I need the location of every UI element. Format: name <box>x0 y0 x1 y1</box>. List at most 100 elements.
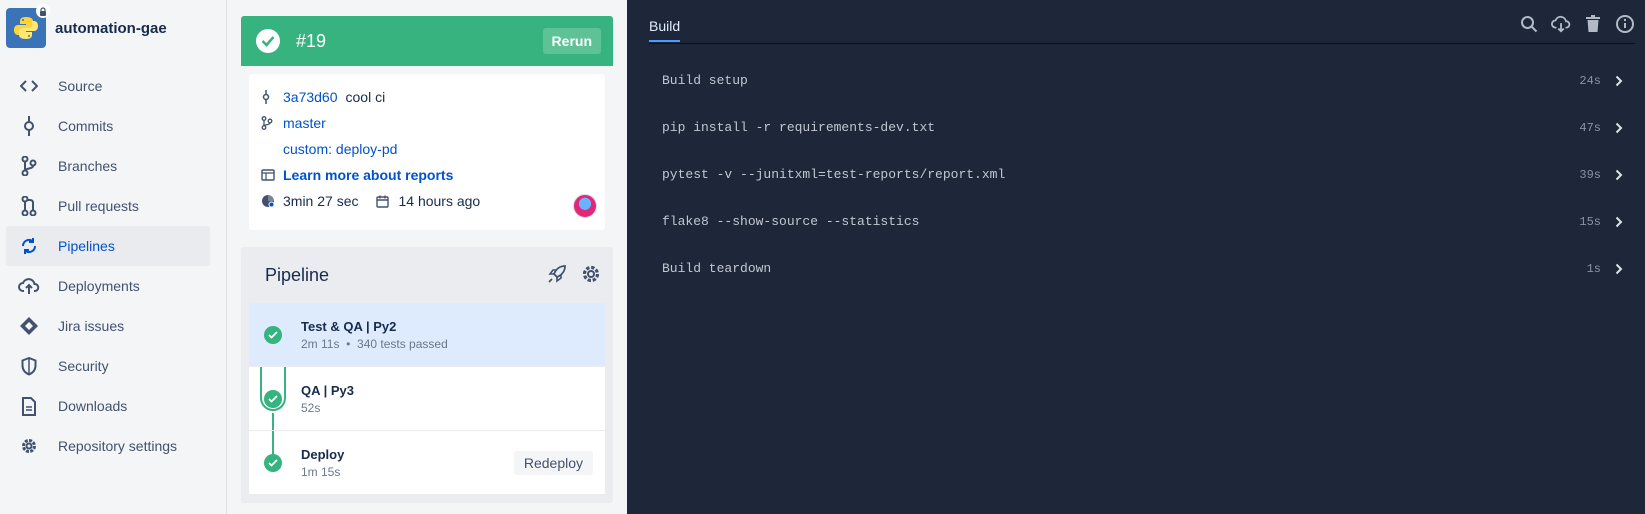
cloud-upload-icon <box>18 275 40 297</box>
rocket-icon[interactable] <box>547 264 567 287</box>
chevron-right-icon <box>1615 169 1625 181</box>
log-command: pytest -v --junitxml=test-reports/report… <box>662 167 1006 182</box>
chevron-right-icon <box>1615 216 1625 228</box>
pipeline-column: #19 Rerun 3a73d60 cool ci master custom:… <box>227 0 627 514</box>
success-check-icon <box>264 454 282 472</box>
success-check-icon <box>264 390 282 408</box>
commit-row: 3a73d60 cool ci <box>261 84 593 110</box>
sidebar-item-label: Repository settings <box>58 438 178 454</box>
tab-build[interactable]: Build <box>649 18 681 42</box>
log-command: Build setup <box>662 73 748 88</box>
log-duration: 39s <box>1579 167 1601 182</box>
log-step-build-teardown[interactable]: Build teardown 1s <box>649 245 1625 292</box>
pipeline-step-test-qa-py2[interactable]: Test & QA | Py2 2m 11s • 340 tests passe… <box>249 303 605 367</box>
sidebar-item-label: Deployments <box>58 278 140 294</box>
learn-more-reports-link[interactable]: Learn more about reports <box>283 167 453 183</box>
jira-icon <box>18 315 40 337</box>
sidebar-item-pull-requests[interactable]: Pull requests <box>6 186 210 226</box>
repo-name: automation-gae <box>55 19 167 37</box>
sidebar-item-label: Pull requests <box>58 198 139 214</box>
sidebar-item-label: Commits <box>58 118 114 134</box>
sidebar-nav: Source Commits Branches Pull requests Pi… <box>0 66 226 466</box>
lock-icon <box>36 4 50 18</box>
gear-icon <box>18 435 40 457</box>
pipeline-header: Pipeline <box>241 247 613 303</box>
reports-row: Learn more about reports <box>261 162 593 188</box>
sidebar-item-deployments[interactable]: Deployments <box>6 266 210 306</box>
timing-row: 3min 27 sec 14 hours ago <box>261 188 593 214</box>
log-command: pip install -r requirements-dev.txt <box>662 120 936 135</box>
sidebar-item-commits[interactable]: Commits <box>6 106 210 146</box>
sidebar-item-source[interactable]: Source <box>6 66 210 106</box>
log-duration: 24s <box>1579 73 1601 88</box>
log-duration: 1s <box>1586 261 1601 276</box>
sidebar-item-label: Jira issues <box>58 318 125 334</box>
clock-icon <box>261 194 279 208</box>
gear-icon[interactable] <box>581 264 601 287</box>
python-logo-icon <box>14 17 38 39</box>
sidebar-item-label: Security <box>58 358 109 374</box>
commit-hash-link[interactable]: 3a73d60 <box>283 89 338 105</box>
pipeline-step-deploy[interactable]: Deploy 1m 15s Redeploy <box>249 431 605 495</box>
sidebar-item-label: Source <box>58 78 103 94</box>
sidebar-item-label: Branches <box>58 158 118 174</box>
avatar[interactable] <box>573 194 597 218</box>
calendar-icon <box>376 195 394 208</box>
custom-pipeline-link[interactable]: custom: deploy-pd <box>283 141 397 157</box>
redeploy-button[interactable]: Redeploy <box>513 451 593 475</box>
sidebar-item-label: Downloads <box>58 398 128 414</box>
log-header: Build <box>649 0 1635 44</box>
repo-header[interactable]: automation-gae <box>0 0 226 56</box>
branch-row: master <box>261 110 593 136</box>
build-status-card: #19 Rerun 3a73d60 cool ci master custom:… <box>241 16 613 232</box>
sidebar-item-repository-settings[interactable]: Repository settings <box>6 426 210 466</box>
file-icon <box>18 395 40 417</box>
sidebar-item-security[interactable]: Security <box>6 346 210 386</box>
repo-avatar <box>6 4 50 48</box>
search-icon[interactable] <box>1519 14 1539 34</box>
sidebar-item-jira-issues[interactable]: Jira issues <box>6 306 210 346</box>
pipeline-step-qa-py3[interactable]: QA | Py3 52s <box>249 367 605 431</box>
step-name: Test & QA | Py2 <box>301 319 397 334</box>
sidebar: automation-gae Source Commits Branches P… <box>0 0 227 514</box>
sidebar-item-downloads[interactable]: Downloads <box>6 386 210 426</box>
pipelines-icon <box>18 235 40 257</box>
cloud-download-icon[interactable] <box>1551 14 1571 34</box>
success-check-icon <box>264 326 282 344</box>
sidebar-item-pipelines[interactable]: Pipelines <box>6 226 210 266</box>
branch-icon <box>261 116 279 130</box>
rerun-button[interactable]: Rerun <box>542 28 601 54</box>
commit-message: cool ci <box>345 89 386 105</box>
log-duration: 15s <box>1579 214 1601 229</box>
log-step-build-setup[interactable]: Build setup 24s <box>649 57 1625 104</box>
log-step-flake8[interactable]: flake8 --show-source --statistics 15s <box>649 198 1625 245</box>
pull-request-icon <box>18 195 40 217</box>
pipeline-card: Pipeline Test & QA | Py2 2m 11s • 340 te… <box>241 247 613 503</box>
code-icon <box>18 75 40 97</box>
log-command: Build teardown <box>662 261 772 276</box>
log-step-pip-install[interactable]: pip install -r requirements-dev.txt 47s <box>649 104 1625 151</box>
success-check-icon <box>256 29 280 53</box>
log-tools <box>1519 14 1635 34</box>
shield-icon <box>18 355 40 377</box>
trash-icon[interactable] <box>1583 14 1603 34</box>
sidebar-item-branches[interactable]: Branches <box>6 146 210 186</box>
chevron-right-icon <box>1615 75 1625 87</box>
branch-icon <box>18 155 40 177</box>
commit-icon <box>261 90 279 104</box>
log-step-pytest[interactable]: pytest -v --junitxml=test-reports/report… <box>649 151 1625 198</box>
chevron-right-icon <box>1615 263 1625 275</box>
report-icon <box>261 169 279 181</box>
build-number: #19 <box>296 30 327 51</box>
status-bar: #19 Rerun <box>241 16 613 66</box>
log-duration: 47s <box>1579 120 1601 135</box>
log-command: flake8 --show-source --statistics <box>662 214 920 229</box>
step-name: QA | Py3 <box>301 383 355 398</box>
info-icon[interactable] <box>1615 14 1635 34</box>
sidebar-item-label: Pipelines <box>58 238 115 254</box>
custom-row: custom: deploy-pd <box>261 136 593 162</box>
build-details: 3a73d60 cool ci master custom: deploy-pd… <box>249 74 605 230</box>
pipeline-title: Pipeline <box>265 264 330 285</box>
branch-link[interactable]: master <box>283 115 326 131</box>
pipeline-tools <box>547 264 601 287</box>
